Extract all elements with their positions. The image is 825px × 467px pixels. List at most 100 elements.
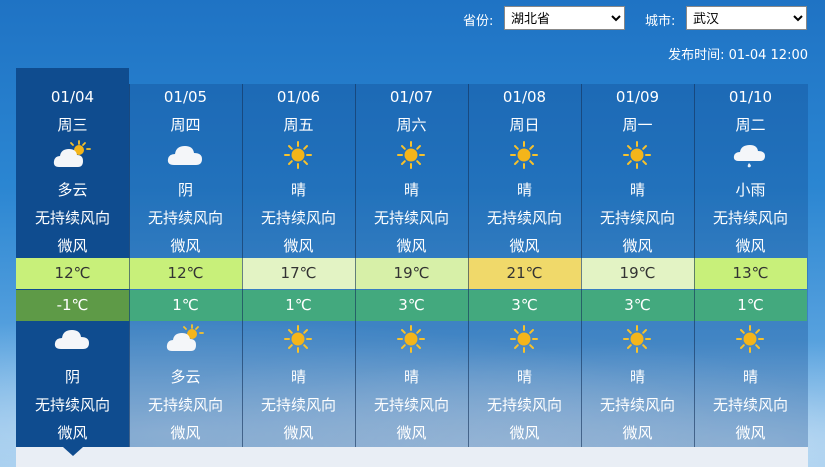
low-temperature: 3℃	[581, 290, 694, 321]
night-wind-direction: 无持续风向	[599, 396, 675, 414]
column-divider	[242, 84, 243, 447]
partly-cloudy-icon	[52, 140, 92, 170]
cloud-icon	[165, 140, 205, 170]
sun-icon	[730, 324, 770, 354]
day-wind-level: 微风	[57, 237, 88, 255]
city-select[interactable]: 武汉	[686, 6, 807, 30]
night-wind-direction: 无持续风向	[34, 396, 110, 414]
forecast-weekday: 周一	[622, 116, 653, 134]
day-wind-direction: 无持续风向	[260, 209, 336, 227]
sun-icon	[504, 140, 544, 170]
forecast-day-column[interactable]: 01/06 周五晴无持续风向 微风 17℃ 1℃ 晴无持续风向 微风	[242, 84, 355, 447]
day-wind-level: 微风	[622, 237, 653, 255]
forecast-weekday: 周三	[57, 116, 88, 134]
forecast-weekday: 周六	[396, 116, 427, 134]
cloud-icon	[52, 324, 92, 354]
column-divider	[129, 84, 130, 447]
night-wind-direction: 无持续风向	[260, 396, 336, 414]
low-temperature: 1℃	[129, 290, 242, 321]
forecast-date: 01/06	[276, 88, 321, 106]
forecast-panel-footer	[16, 447, 808, 467]
sun-icon	[391, 140, 431, 170]
forecast-panel: 01/04 周三 多云 无持续风向 微风 12℃ -1℃ 阴无持续风向 微风 01/05 周四阴无持…	[16, 68, 808, 467]
night-condition: 阴	[64, 368, 80, 386]
day-condition: 晴	[629, 181, 645, 199]
forecast-weekday: 周日	[509, 116, 540, 134]
night-wind-direction: 无持续风向	[712, 396, 788, 414]
sun-icon	[617, 324, 657, 354]
day-wind-level: 微风	[283, 237, 314, 255]
day-condition: 阴	[177, 181, 193, 199]
forecast-date: 01/07	[389, 88, 434, 106]
province-label: 省份:	[463, 14, 494, 29]
high-temperature: 21℃	[468, 258, 581, 289]
night-wind-direction: 无持续风向	[147, 396, 223, 414]
forecast-date: 01/09	[615, 88, 660, 106]
forecast-date: 01/08	[502, 88, 547, 106]
forecast-weekday: 周四	[170, 116, 201, 134]
day-condition: 晴	[516, 181, 532, 199]
night-wind-direction: 无持续风向	[486, 396, 562, 414]
night-wind-level: 微风	[57, 424, 88, 442]
publish-time: 发布时间: 01-04 12:00	[668, 44, 808, 63]
day-condition: 晴	[403, 181, 419, 199]
publish-time-label: 发布时间:	[668, 48, 725, 63]
column-divider	[468, 84, 469, 447]
day-wind-direction: 无持续风向	[373, 209, 449, 227]
column-divider	[694, 84, 695, 447]
day-wind-direction: 无持续风向	[147, 209, 223, 227]
night-condition: 晴	[742, 368, 758, 386]
night-condition: 晴	[629, 368, 645, 386]
night-condition: 晴	[403, 368, 419, 386]
low-temperature: 3℃	[468, 290, 581, 321]
day-wind-direction: 无持续风向	[34, 209, 110, 227]
high-temperature: 12℃	[16, 258, 129, 289]
forecast-weekday: 周二	[735, 116, 766, 134]
day-wind-direction: 无持续风向	[712, 209, 788, 227]
high-temperature: 17℃	[242, 258, 355, 289]
sun-icon	[391, 324, 431, 354]
night-condition: 晴	[516, 368, 532, 386]
sun-icon	[617, 140, 657, 170]
high-temperature: 13℃	[694, 258, 807, 289]
night-wind-level: 微风	[622, 424, 653, 442]
rain-icon	[730, 140, 770, 170]
column-divider	[355, 84, 356, 447]
province-select[interactable]: 湖北省	[504, 6, 625, 30]
forecast-day-column[interactable]: 01/05 周四阴无持续风向 微风 12℃ 1℃ 多云 无持续风向 微风	[129, 84, 242, 447]
forecast-date: 01/04	[50, 88, 95, 106]
night-wind-level: 微风	[170, 424, 201, 442]
day-condition: 多云	[57, 181, 88, 199]
forecast-day-column[interactable]: 01/04 周三 多云 无持续风向 微风 12℃ -1℃ 阴无持续风向 微风	[16, 68, 129, 456]
column-divider	[581, 84, 582, 447]
high-temperature: 12℃	[129, 258, 242, 289]
sun-icon	[278, 140, 318, 170]
forecast-day-column[interactable]: 01/09 周一晴无持续风向 微风 19℃ 3℃ 晴无持续风向 微风	[581, 84, 694, 447]
low-temperature: 1℃	[694, 290, 807, 321]
night-wind-direction: 无持续风向	[373, 396, 449, 414]
high-temperature: 19℃	[355, 258, 468, 289]
night-wind-level: 微风	[509, 424, 540, 442]
publish-time-value: 01-04 12:00	[728, 48, 808, 63]
day-wind-level: 微风	[735, 237, 766, 255]
forecast-date: 01/10	[728, 88, 773, 106]
night-condition: 晴	[290, 368, 306, 386]
forecast-day-column[interactable]: 01/07 周六晴无持续风向 微风 19℃ 3℃ 晴无持续风向 微风	[355, 84, 468, 447]
forecast-weekday: 周五	[283, 116, 314, 134]
day-condition: 小雨	[735, 181, 766, 199]
forecast-day-column[interactable]: 01/10 周二 小雨 无持续风向 微风 13℃ 1℃ 晴无持续风向 微风	[694, 84, 807, 447]
day-wind-level: 微风	[509, 237, 540, 255]
selected-day-pointer	[63, 447, 83, 456]
sun-icon	[504, 324, 544, 354]
night-condition: 多云	[170, 368, 201, 386]
forecast-day-column[interactable]: 01/08 周日晴无持续风向 微风 21℃ 3℃ 晴无持续风向 微风	[468, 84, 581, 447]
high-temperature: 19℃	[581, 258, 694, 289]
day-condition: 晴	[290, 181, 306, 199]
location-selector-bar: 省份: 湖北省 城市: 武汉	[0, 6, 825, 32]
day-wind-direction: 无持续风向	[599, 209, 675, 227]
day-wind-level: 微风	[396, 237, 427, 255]
forecast-date: 01/05	[163, 88, 208, 106]
low-temperature: -1℃	[16, 290, 129, 321]
night-wind-level: 微风	[735, 424, 766, 442]
night-wind-level: 微风	[396, 424, 427, 442]
